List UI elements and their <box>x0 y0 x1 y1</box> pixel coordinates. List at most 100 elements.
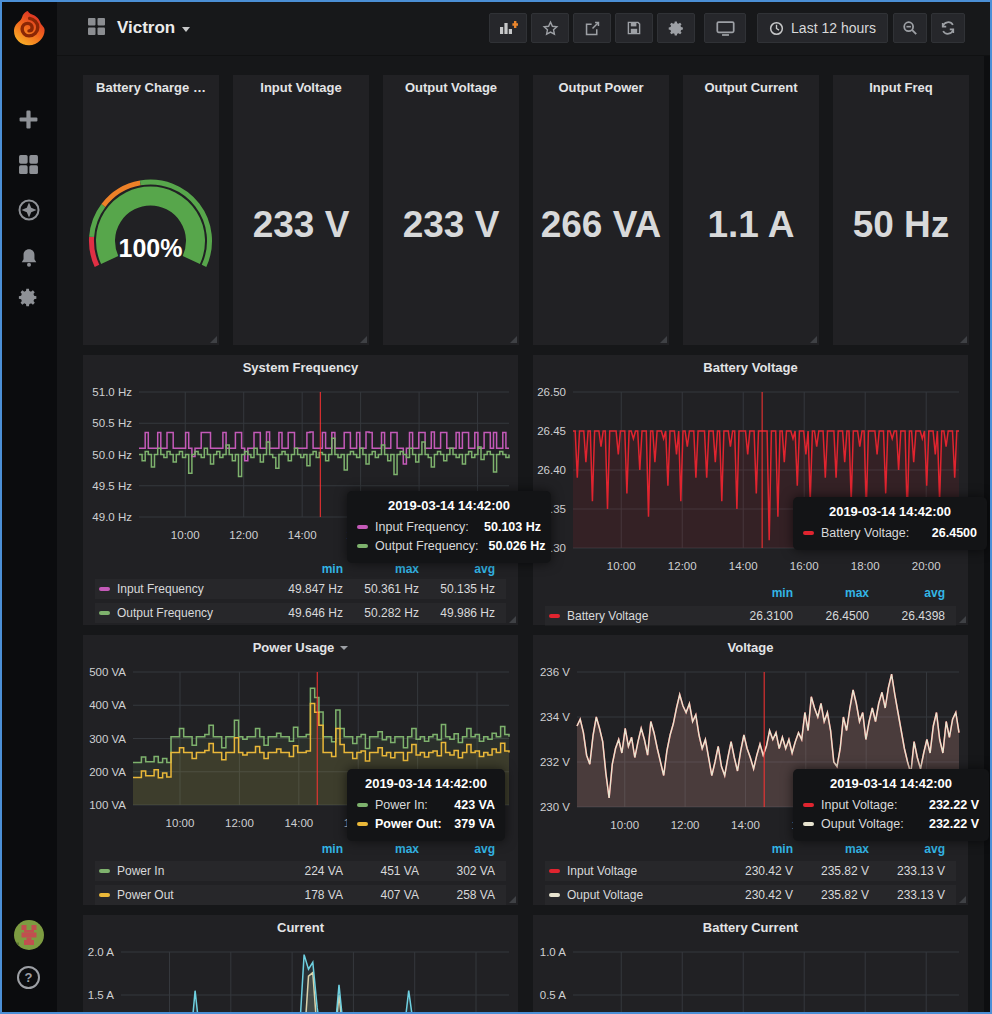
y-axis-label: 230 V <box>533 800 570 814</box>
explore-icon[interactable] <box>0 196 57 224</box>
dashboard-grid-icon <box>88 18 105 39</box>
star-dashboard-button[interactable] <box>531 13 569 43</box>
x-axis-label: 14:00 <box>277 529 327 541</box>
x-axis-label: 12:00 <box>660 819 710 831</box>
graph-panel-battcur: Battery Current1.0 A0.5 A0 A10:0012:0014… <box>533 915 968 1014</box>
graph-panel-current: Current2.0 A1.5 A1.0 A0.5 A0 A10:0012:00… <box>83 915 518 1014</box>
stat-value: 233 V <box>233 200 369 250</box>
legend-row-battery-voltage[interactable]: Battery Voltage26.310026.450026.4398 <box>545 606 956 626</box>
tooltip-timestamp: 2019-03-14 14:42:00 <box>803 504 977 519</box>
y-axis-label: 50.5 Hz <box>83 416 132 430</box>
panel-title[interactable]: Output Voltage <box>383 80 519 100</box>
graph-tooltip-voltage: 2019-03-14 14:42:00Input Voltage:232.22 … <box>793 769 989 841</box>
legend-swatch <box>99 869 110 873</box>
stat-panel-5: Input Freq50 Hz <box>833 75 969 345</box>
y-axis-label: 232 V <box>533 755 570 769</box>
legend-series-name[interactable]: Power Out <box>117 888 174 902</box>
legend-header-avg[interactable]: avg <box>869 586 945 600</box>
legend-series-name[interactable]: Input Frequency <box>117 582 204 596</box>
legend-value: 50.135 Hz <box>419 582 495 596</box>
time-range-button[interactable]: Last 12 hours <box>757 13 888 43</box>
y-axis-label: 51.0 Hz <box>83 385 132 399</box>
legend-row-power-out[interactable]: Power Out178 VA407 VA258 VA <box>95 885 506 905</box>
legend-row-ouput-voltage[interactable]: Ouput Voltage230.42 V235.82 V233.13 V <box>545 885 956 905</box>
save-dashboard-button[interactable] <box>615 13 653 43</box>
tooltip-row: Output Frequency:50.026 Hz <box>357 536 541 555</box>
tooltip-timestamp: 2019-03-14 14:42:00 <box>803 776 979 791</box>
panel-title[interactable]: Input Voltage <box>233 80 369 100</box>
share-dashboard-button[interactable] <box>573 13 611 43</box>
legend-value: 233.13 V <box>869 888 945 902</box>
legend-series-name[interactable]: Input Voltage <box>567 864 637 878</box>
legend-value: 224 VA <box>267 864 343 878</box>
legend-value: 235.82 V <box>793 864 869 878</box>
legend-header-max[interactable]: max <box>793 842 869 856</box>
legend-series-name[interactable]: Output Frequency <box>117 606 213 620</box>
dashboard-picker[interactable]: Victron <box>88 0 190 56</box>
legend-value: 178 VA <box>267 888 343 902</box>
legend-header-min[interactable]: min <box>717 586 793 600</box>
legend-header-min[interactable]: min <box>717 842 793 856</box>
dashboard-settings-button[interactable] <box>657 13 695 43</box>
legend-header-max[interactable]: max <box>343 842 419 856</box>
avatar[interactable] <box>0 921 57 949</box>
help-icon[interactable]: ? <box>0 963 57 991</box>
resize-handle[interactable] <box>810 336 817 343</box>
panel-title[interactable]: Input Freq <box>833 80 969 100</box>
add-icon[interactable] <box>0 105 57 133</box>
legend-header-avg[interactable]: avg <box>419 842 495 856</box>
legend-row-power-in[interactable]: Power In224 VA451 VA302 VA <box>95 861 506 881</box>
y-axis-label: 300 VA <box>83 732 126 746</box>
legend-series-name[interactable]: Ouput Voltage <box>567 888 643 902</box>
resize-handle[interactable] <box>660 336 667 343</box>
tooltip-row: Power In:423 VA <box>357 795 495 814</box>
y-axis-label: 200 VA <box>83 765 126 779</box>
tooltip-swatch <box>357 544 368 548</box>
configuration-gear-icon[interactable] <box>0 283 57 311</box>
legend-series-name[interactable]: Battery Voltage <box>567 609 648 623</box>
legend-row-output-frequency[interactable]: Output Frequency49.646 Hz50.282 Hz49.986… <box>95 603 506 623</box>
top-navbar: Victron Last 12 hours <box>57 0 992 56</box>
legend-header-max[interactable]: max <box>343 562 419 576</box>
legend-header-avg[interactable]: avg <box>869 842 945 856</box>
left-sidebar: ? <box>0 0 57 1014</box>
y-axis-label: 26.45 <box>533 424 566 438</box>
legend-header: minmaxavg <box>545 584 956 602</box>
grafana-logo-icon[interactable] <box>0 15 57 43</box>
grafana-window: Victron Last 12 hours ? Battery Charge …… <box>0 0 992 1014</box>
stat-panel-0: Battery Charge …100% <box>83 75 219 345</box>
legend-header-max[interactable]: max <box>793 586 869 600</box>
share-icon <box>584 20 601 37</box>
save-icon <box>626 20 642 36</box>
legend-value: 26.3100 <box>717 609 793 623</box>
panel-title[interactable]: Output Power <box>533 80 669 100</box>
refresh-icon <box>940 20 956 36</box>
legend-header-avg[interactable]: avg <box>419 562 495 576</box>
tooltip-timestamp: 2019-03-14 14:42:00 <box>357 498 541 513</box>
x-axis-label: 12:00 <box>219 529 269 541</box>
legend-row-input-frequency[interactable]: Input Frequency 49.847 Hz50.361 Hz50.135 … <box>95 579 506 599</box>
clock-icon <box>769 21 784 36</box>
x-axis-label: 16:00 <box>779 560 829 572</box>
resize-handle[interactable] <box>960 336 967 343</box>
resize-handle[interactable] <box>360 336 367 343</box>
legend-series-name[interactable]: Power In <box>117 864 164 878</box>
zoom-out-button[interactable] <box>893 13 927 43</box>
legend-header-min[interactable]: min <box>267 842 343 856</box>
legend-row-input-voltage[interactable]: Input Voltage230.42 V235.82 V233.13 V <box>545 861 956 881</box>
panel-title[interactable]: Output Current <box>683 80 819 100</box>
add-panel-button[interactable] <box>489 13 527 43</box>
alerting-bell-icon[interactable] <box>0 243 57 271</box>
y-axis-label: 236 V <box>533 665 570 679</box>
resize-handle[interactable] <box>510 336 517 343</box>
x-axis-label: 14:00 <box>720 819 770 831</box>
legend-value: 50.361 Hz <box>343 582 419 596</box>
stat-panel-3: Output Power266 VA <box>533 75 669 345</box>
tv-mode-button[interactable] <box>704 13 746 43</box>
y-axis-label: 500 VA <box>83 665 126 679</box>
refresh-button[interactable] <box>931 13 965 43</box>
tooltip-row: Battery Voltage:26.4500 <box>803 523 977 542</box>
legend-header-min[interactable]: min <box>267 562 343 576</box>
legend-value: 49.847 Hz <box>267 582 343 596</box>
dashboards-icon[interactable] <box>0 150 57 178</box>
